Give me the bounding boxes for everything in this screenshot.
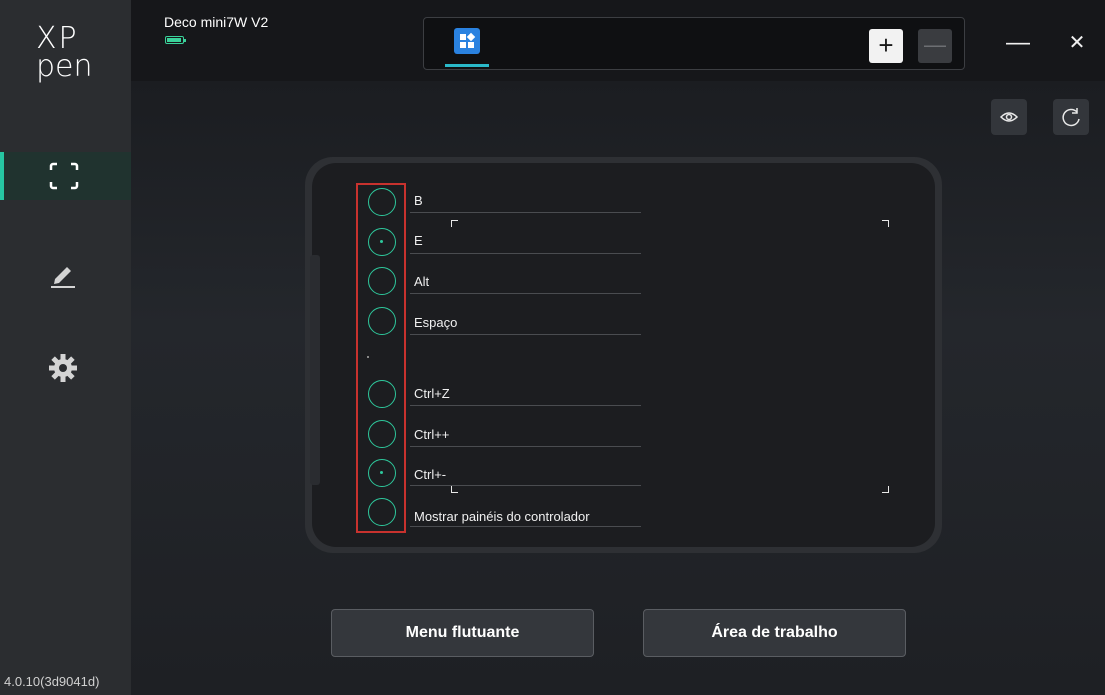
highlight-box	[356, 183, 406, 533]
express-key-label[interactable]: Ctrl++	[414, 427, 449, 442]
key-underline	[410, 334, 641, 335]
version-label: 4.0.10(3d9041d)	[4, 674, 100, 689]
key-underline	[410, 212, 641, 213]
logo-line2: pen	[36, 49, 93, 84]
key-underline	[410, 526, 641, 527]
express-key-label[interactable]: Ctrl+-	[414, 467, 446, 482]
key-underline	[410, 293, 641, 294]
preview-button[interactable]	[991, 99, 1027, 135]
battery-fill	[167, 38, 181, 42]
pen-icon	[51, 267, 75, 288]
frame-icon	[49, 162, 79, 190]
active-area-corner-bl	[451, 486, 458, 493]
refresh-icon	[1062, 108, 1080, 127]
remove-app-button[interactable]: —	[918, 29, 952, 63]
tab-all-apps[interactable]	[445, 24, 489, 67]
key-underline	[410, 253, 641, 254]
key-underline	[410, 405, 641, 406]
express-key-label[interactable]: B	[414, 193, 423, 208]
tablet-key-strip	[310, 255, 320, 485]
express-key-label[interactable]: Mostrar painéis do controlador	[414, 509, 590, 524]
express-key-label[interactable]: E	[414, 233, 423, 248]
add-app-button[interactable]: +	[869, 29, 903, 63]
apps-grid-icon	[454, 28, 480, 54]
express-key-label[interactable]: Ctrl+Z	[414, 386, 450, 401]
active-area-corner-tl	[451, 220, 458, 227]
close-button[interactable]: ✕	[1062, 28, 1092, 58]
active-area-corner-tr	[882, 220, 889, 227]
gear-icon	[49, 354, 77, 382]
xppen-logo: XP pen	[36, 24, 96, 86]
sidebar-item-pen[interactable]	[0, 249, 131, 297]
express-key-label[interactable]: Alt	[414, 274, 429, 289]
work-area-button[interactable]: Área de trabalho	[643, 609, 906, 657]
battery-icon	[165, 36, 186, 44]
floating-menu-button[interactable]: Menu flutuante	[331, 609, 594, 657]
active-tab-indicator	[445, 64, 489, 67]
sidebar-item-work-area[interactable]	[0, 152, 131, 200]
minimize-button[interactable]: —	[1003, 28, 1033, 58]
express-key-label[interactable]: Espaço	[414, 315, 457, 330]
eye-icon	[999, 112, 1019, 122]
sidebar: XP pen 4.0.10(3d9041d)	[0, 0, 131, 695]
key-underline	[410, 485, 641, 486]
reset-button[interactable]	[1053, 99, 1089, 135]
key-underline	[410, 446, 641, 447]
sidebar-item-settings[interactable]	[0, 343, 131, 391]
active-area-corner-br	[882, 486, 889, 493]
device-name: Deco mini7W V2	[164, 14, 269, 30]
